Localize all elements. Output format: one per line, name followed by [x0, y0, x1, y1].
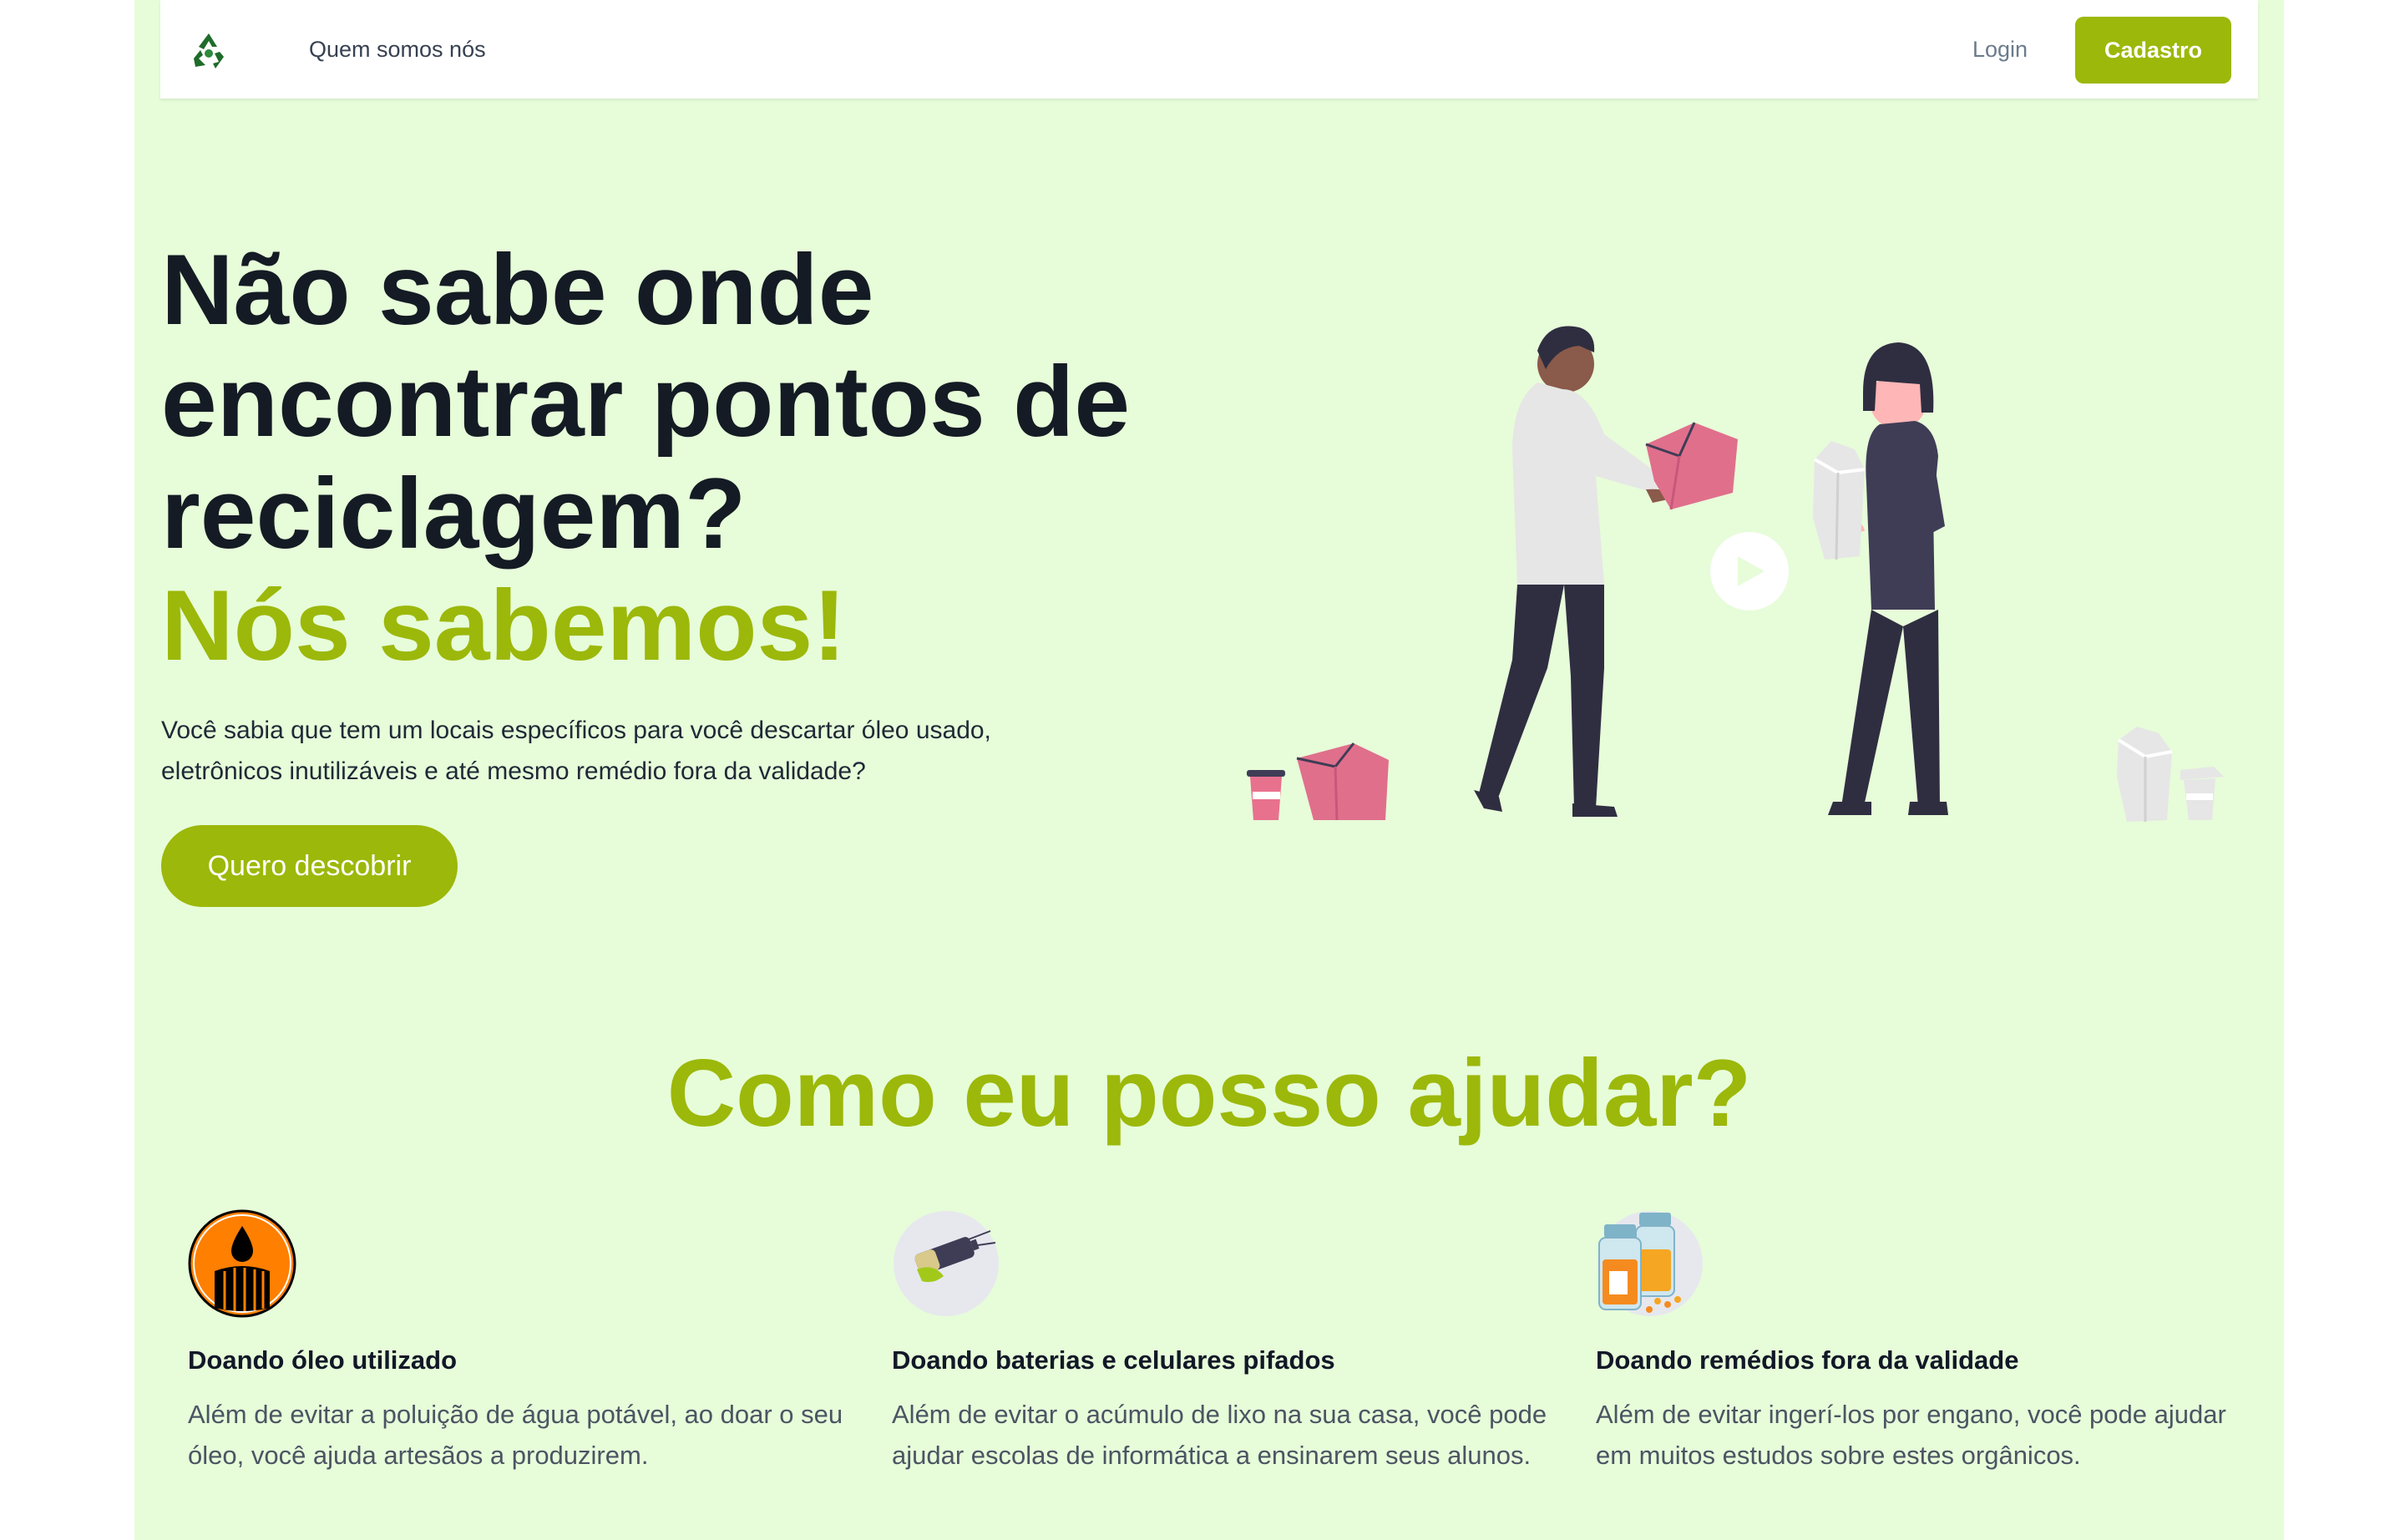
play-button-icon: [1710, 532, 1789, 610]
signup-button[interactable]: Cadastro: [2075, 17, 2231, 84]
white-box-icon: [1813, 441, 1866, 560]
help-section-title: Como eu posso ajudar?: [666, 1041, 1752, 1147]
oil-barrel-icon: [188, 1209, 296, 1318]
feature-card-medicine: Doando remédios fora da validade Além de…: [1596, 1209, 2256, 1476]
man-figure: [1474, 326, 1676, 817]
medicine-bottles-icon: [1597, 1211, 1703, 1316]
discover-button[interactable]: Quero descobrir: [161, 825, 458, 907]
hero-illustration: [1247, 326, 2224, 822]
feature-card-title: Doando óleo utilizado: [188, 1345, 458, 1375]
hero-description: Você sabia que tem um locais específicos…: [161, 717, 991, 785]
hero-title-main: Não sabe onde encontrar pontos de recicl…: [161, 234, 1131, 570]
feature-card-text: Além de evitar a poluição de água potáve…: [188, 1400, 843, 1470]
hero-title-accent: Nós sabemos!: [161, 570, 847, 681]
page: Quem somos nós Login Cadastro Não sabe o…: [134, 0, 2284, 1540]
feature-card-text: Além de evitar ingerí-los por engano, vo…: [1596, 1400, 2226, 1470]
coffee-cup-icon: [1247, 770, 1285, 820]
battery-icon: [894, 1211, 999, 1316]
right-white-box-icon: [2117, 727, 2173, 822]
feature-card-battery: Doando baterias e celulares pifados Além…: [892, 1209, 1552, 1476]
recycle-logo-icon[interactable]: [187, 28, 230, 72]
feature-card-title: Doando baterias e celulares pifados: [892, 1345, 1335, 1375]
feature-card-text: Além de evitar o acúmulo de lixo na sua …: [892, 1400, 1547, 1470]
navbar: Quem somos nós Login Cadastro: [160, 0, 2258, 99]
nav-about-link[interactable]: Quem somos nós: [309, 37, 486, 63]
hero-title: Não sabe onde encontrar pontos de recicl…: [161, 234, 1247, 681]
feature-card-title: Doando remédios fora da validade: [1596, 1345, 2019, 1375]
woman-figure: [1828, 342, 1948, 815]
takeout-box-icon: [1296, 742, 1389, 821]
feature-card-oil: Doando óleo utilizado Além de evitar a p…: [188, 1209, 848, 1476]
login-link[interactable]: Login: [1972, 37, 2028, 63]
right-cup-icon: [2180, 767, 2224, 820]
